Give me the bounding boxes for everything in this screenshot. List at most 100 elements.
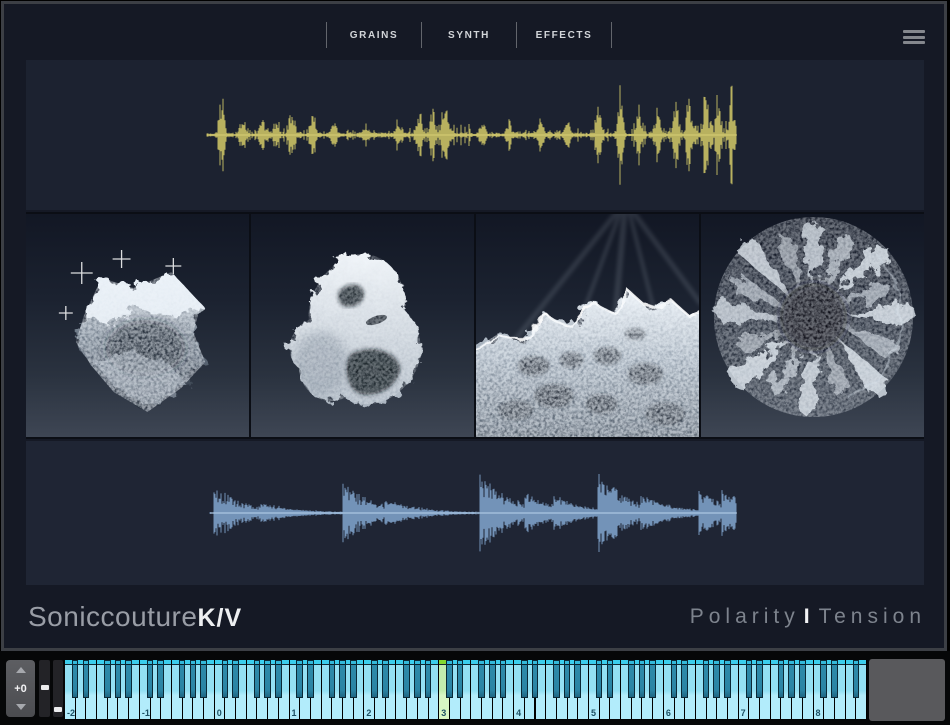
sample-tiles [26,212,924,439]
hamburger-menu-icon[interactable] [903,30,925,44]
page-tabs: GRAINS SYNTH EFFECTS [326,20,612,50]
black-key-A#3[interactable] [500,660,507,698]
key-range-strip [575,661,580,664]
black-key-C#-2[interactable] [72,660,79,698]
key-range-strip [854,661,859,664]
scrollbar-handle[interactable] [41,685,49,690]
black-key-A#0[interactable] [275,660,282,698]
key-range-strip [458,661,463,664]
key-range-strip [276,661,281,664]
slider-handle[interactable] [54,707,62,712]
black-key-A#-2[interactable] [125,660,132,698]
kontakt-keyboard-bar: +0 -2-1012345678 [0,651,950,725]
black-key-A#7[interactable] [799,660,806,698]
black-key-F#3[interactable] [478,660,485,698]
series-right: Tension [819,605,926,628]
black-key-F#-1[interactable] [179,660,186,698]
keyboard-scrollbar-vertical[interactable] [39,660,50,717]
black-key-C#1[interactable] [296,660,303,698]
black-key-F#6[interactable] [703,660,710,698]
black-key-G#2[interactable] [414,660,421,698]
black-key-C#8[interactable] [820,660,827,698]
tab-divider [611,22,612,48]
black-key-C#7[interactable] [746,660,753,698]
transpose-down-icon[interactable] [16,704,26,710]
transpose-control[interactable]: +0 [6,660,35,717]
octave-label: 0 [217,708,222,718]
black-key-C#4[interactable] [521,660,528,698]
keyboard-zoom-slider[interactable] [53,660,63,717]
key-range-strip [725,661,730,664]
key-range-strip [608,661,613,664]
octave-label: 2 [366,708,371,718]
tab-effects[interactable]: EFFECTS [517,30,611,41]
black-key-D#3[interactable] [457,660,464,698]
black-key-D#0[interactable] [232,660,239,698]
black-key-C#-1[interactable] [147,660,154,698]
key-range-strip [522,661,527,664]
black-key-G#4[interactable] [564,660,571,698]
particle-burst-image [701,214,924,437]
black-key-A#5[interactable] [649,660,656,698]
octave-label: -2 [67,708,75,718]
black-key-D#6[interactable] [681,660,688,698]
key-range-strip [747,661,752,664]
black-key-G#0[interactable] [264,660,271,698]
key-range-strip [223,661,228,664]
key-range-strip [682,661,687,664]
black-key-D#8[interactable] [831,660,838,698]
processed-waveform [26,441,924,585]
black-key-G#7[interactable] [788,660,795,698]
black-key-G#5[interactable] [639,660,646,698]
black-key-C#2[interactable] [371,660,378,698]
black-key-F#7[interactable] [778,660,785,698]
black-key-A#4[interactable] [574,660,581,698]
black-key-G#1[interactable] [339,660,346,698]
tab-synth[interactable]: SYNTH [422,30,516,41]
comet-surface-image [476,214,699,437]
black-key-F#4[interactable] [553,660,560,698]
octave-label: 7 [741,708,746,718]
black-key-C#6[interactable] [671,660,678,698]
key-range-strip [191,661,196,664]
black-key-D#7[interactable] [756,660,763,698]
black-key-F#0[interactable] [254,660,261,698]
black-key-F#1[interactable] [329,660,336,698]
black-key-G#6[interactable] [713,660,720,698]
keyboard: -2-1012345678 [65,660,867,719]
black-key-C#5[interactable] [596,660,603,698]
black-key-F#2[interactable] [403,660,410,698]
octave-label: -1 [142,708,150,718]
tile-comet-surface[interactable] [476,214,699,437]
black-key-C#0[interactable] [222,660,229,698]
black-key-G#3[interactable] [489,660,496,698]
keyboard-end-panel [869,659,945,721]
black-key-F#8[interactable] [853,660,860,698]
black-key-A#-1[interactable] [200,660,207,698]
black-key-A#6[interactable] [724,660,731,698]
tile-crystal-shard[interactable] [26,214,249,437]
black-key-D#4[interactable] [532,660,539,698]
black-key-A#1[interactable] [350,660,357,698]
kv-plugin-window: { "window": { "background": "#151925", "… [0,0,950,725]
black-key-A#2[interactable] [425,660,432,698]
black-key-D#5[interactable] [607,660,614,698]
black-key-G#-1[interactable] [190,660,197,698]
key-range-strip [565,661,570,664]
tab-grains[interactable]: GRAINS [327,30,421,41]
source-waveform [26,60,924,210]
black-key-F#5[interactable] [628,660,635,698]
black-key-D#-1[interactable] [157,660,164,698]
tile-asteroid-rock[interactable] [251,214,474,437]
black-key-D#-2[interactable] [83,660,90,698]
black-key-G#-2[interactable] [115,660,122,698]
tile-particle-burst[interactable] [701,214,924,437]
black-key-D#2[interactable] [382,660,389,698]
black-key-F#-2[interactable] [104,660,111,698]
key-range-strip [404,661,409,664]
transpose-up-icon[interactable] [16,667,26,673]
black-key-D#1[interactable] [307,660,314,698]
black-key-C#3[interactable] [446,660,453,698]
key-range-strip [116,661,121,664]
key-range-strip [126,661,131,664]
